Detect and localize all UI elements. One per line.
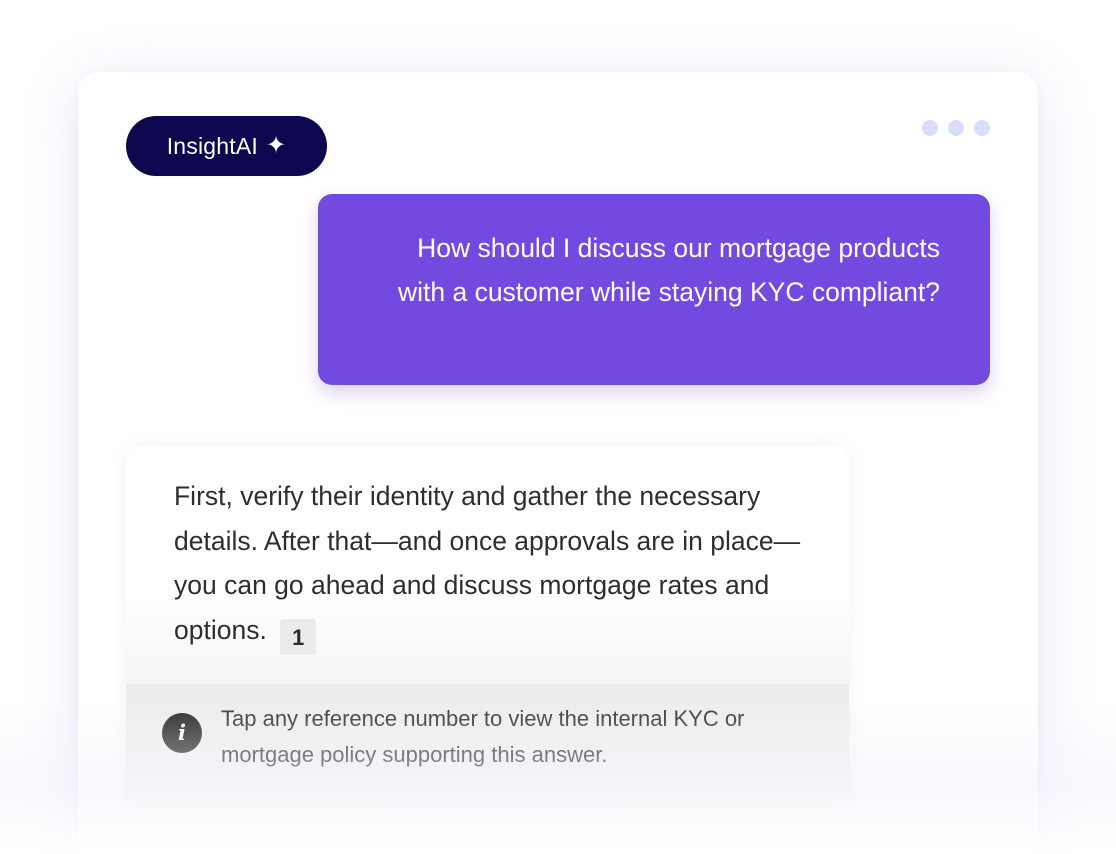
assistant-message-card: First, verify their identity and gather … bbox=[126, 446, 849, 806]
user-message-bubble: How should I discuss our mortgage produc… bbox=[318, 194, 990, 385]
user-message-text: How should I discuss our mortgage produc… bbox=[397, 233, 940, 307]
info-note: i Tap any reference number to view the i… bbox=[126, 684, 849, 806]
assistant-message-text: First, verify their identity and gather … bbox=[174, 474, 824, 655]
assistant-message-body: First, verify their identity and gather … bbox=[174, 481, 801, 645]
info-note-text: Tap any reference number to view the int… bbox=[221, 706, 745, 767]
dot-2 bbox=[948, 120, 964, 136]
brand-label: InsightAI bbox=[166, 132, 258, 159]
info-icon: i bbox=[162, 713, 202, 753]
reference-badge[interactable]: 1 bbox=[280, 618, 317, 655]
brand-pill: InsightAI ✦ bbox=[126, 116, 327, 176]
dot-1 bbox=[922, 120, 938, 136]
dot-3 bbox=[974, 120, 990, 136]
sparkle-icon: ✦ bbox=[265, 132, 287, 159]
chat-card: InsightAI ✦ How should I discuss our mor… bbox=[78, 72, 1038, 854]
more-options-icon[interactable] bbox=[922, 120, 990, 136]
page: InsightAI ✦ How should I discuss our mor… bbox=[0, 0, 1116, 854]
